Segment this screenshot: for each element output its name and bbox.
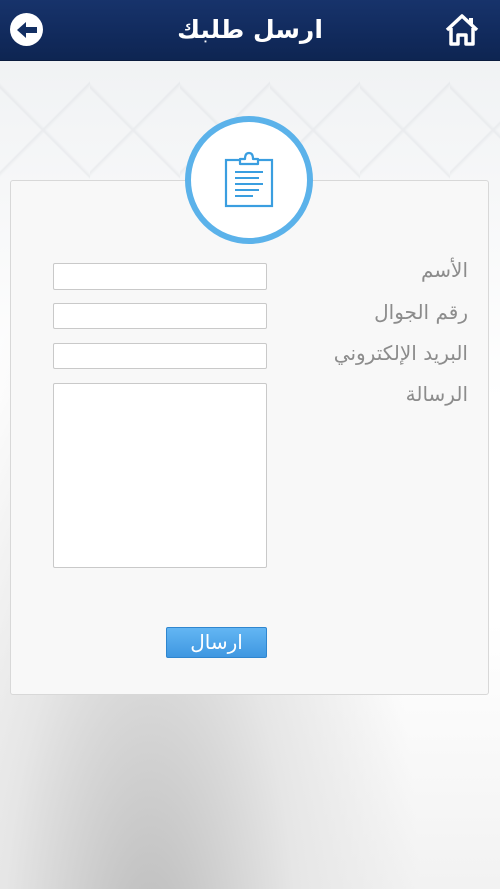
name-label: الأسم xyxy=(420,258,468,282)
message-textarea[interactable] xyxy=(53,383,267,568)
home-button[interactable] xyxy=(444,13,480,47)
email-input[interactable] xyxy=(53,343,267,369)
message-label: الرسالة xyxy=(405,382,468,406)
home-icon xyxy=(445,14,479,46)
name-input[interactable] xyxy=(53,263,267,290)
mobile-input[interactable] xyxy=(53,303,267,329)
header-bar: ارسل طلبك xyxy=(0,0,500,61)
clipboard-icon xyxy=(224,151,274,208)
page-title: ارسل طلبك xyxy=(177,15,323,44)
email-label: البريد الإلكتروني xyxy=(333,341,468,365)
submit-button[interactable]: ارسال xyxy=(166,627,267,658)
mobile-label: رقم الجوال xyxy=(374,300,468,324)
form-badge xyxy=(185,116,313,244)
arrow-left-icon xyxy=(16,21,37,38)
back-button[interactable] xyxy=(10,13,43,46)
